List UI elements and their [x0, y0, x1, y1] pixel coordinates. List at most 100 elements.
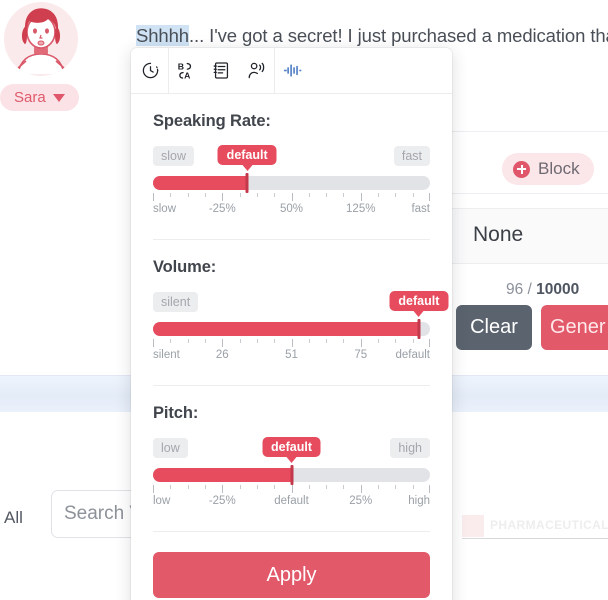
filter-all-label: All — [4, 508, 23, 527]
tick-minor — [256, 485, 258, 489]
plus-circle-icon — [513, 160, 530, 178]
toolbar-group-2: B A — [169, 48, 274, 94]
char-count: 96 — [506, 281, 524, 298]
speaking-rate-min-label: slow — [153, 146, 195, 166]
volume-title: Volume: — [153, 258, 217, 276]
toolbar-group-3 — [275, 48, 310, 94]
pitch-max-label: high — [390, 438, 430, 458]
female-avatar-illustration — [17, 8, 65, 75]
tick-major — [153, 339, 154, 347]
volume-handle[interactable] — [417, 319, 421, 339]
add-block-button[interactable]: Block — [502, 153, 594, 185]
pronunciation-icon[interactable]: B A — [169, 48, 204, 94]
generate-button[interactable]: Gener — [541, 305, 608, 350]
speaking-rate-max-label: fast — [393, 146, 430, 166]
chevron-down-icon — [52, 93, 65, 102]
watermark-logo-icon — [462, 515, 484, 537]
effect-value: None — [473, 223, 524, 246]
tick-minor — [326, 485, 328, 489]
voice-settings-popup: B A Speaking Rate: slow default fast slo… — [131, 48, 452, 600]
add-block-label: Block — [538, 159, 580, 178]
watermark-text: PHARMACEUTICAL — [490, 518, 608, 532]
speaking-rate-tick-3: 125% — [346, 203, 376, 215]
tick-minor — [378, 193, 380, 197]
char-separator: / — [523, 281, 537, 298]
pitch-tick-0: low — [153, 495, 171, 507]
speaking-rate-fill — [153, 176, 248, 190]
pitch-slider[interactable] — [153, 465, 430, 485]
speaking-rate-value-badge: default — [217, 145, 277, 165]
tick-minor — [326, 193, 328, 197]
pitch-title: Pitch: — [153, 404, 199, 422]
volume-tick-2: 51 — [285, 349, 298, 361]
tick-minor — [395, 485, 397, 489]
speaking-rate-title: Speaking Rate: — [153, 112, 271, 130]
voice-selector[interactable]: Sara — [0, 84, 79, 111]
volume-ticks — [153, 339, 430, 348]
tick-minor — [378, 339, 380, 343]
tick-minor — [343, 485, 345, 489]
svg-text:A: A — [184, 70, 191, 80]
popup-body: Speaking Rate: slow default fast slow -2… — [131, 94, 452, 552]
tick-minor — [170, 193, 172, 197]
tick-minor — [395, 193, 397, 197]
speaking-rate-tick-0: slow — [153, 203, 177, 215]
tick-minor — [204, 339, 206, 343]
speaking-rate-ticks — [153, 193, 430, 202]
pitch-fill — [153, 468, 292, 482]
volume-tick-labels: silent 26 51 75 default — [153, 349, 430, 365]
tick-major — [222, 485, 224, 493]
tick-minor — [395, 339, 397, 343]
pitch-tick-2: default — [274, 495, 309, 507]
clear-button[interactable]: Clear — [456, 305, 532, 350]
pause-clock-icon[interactable] — [133, 48, 168, 94]
pitch-handle[interactable] — [290, 465, 293, 485]
speaking-rate-handle[interactable] — [245, 173, 249, 193]
avatar-circle — [4, 2, 78, 76]
tick-minor — [239, 193, 241, 197]
filter-all[interactable]: All — [4, 508, 23, 528]
speaking-style-icon[interactable] — [239, 48, 274, 94]
speaking-rate-caps: slow default fast — [153, 145, 430, 168]
character-counter: 96 / 10000 — [506, 281, 579, 299]
tick-minor — [256, 339, 258, 343]
volume-slider[interactable] — [153, 319, 430, 339]
tick-major — [360, 193, 362, 201]
tick-minor — [412, 339, 414, 343]
section-speaking-rate: Speaking Rate: slow default fast slow -2… — [153, 94, 430, 240]
editor-text-line[interactable]: Shhhh... I've got a secret! I just purch… — [136, 22, 608, 50]
pitch-ticks — [153, 485, 430, 494]
paragraph-icon[interactable] — [204, 48, 239, 94]
toolbar-group-1 — [133, 48, 168, 94]
volume-fill — [153, 322, 419, 336]
tick-minor — [308, 485, 310, 489]
tick-minor — [187, 485, 189, 489]
volume-min-label: silent — [153, 292, 199, 312]
pitch-value-badge: default — [262, 437, 321, 457]
pitch-min-label: low — [153, 438, 188, 458]
selected-text: Shhhh — [136, 25, 189, 46]
speaking-rate-tick-2: 50% — [279, 203, 304, 215]
tick-minor — [326, 339, 328, 343]
apply-button[interactable]: Apply — [153, 552, 430, 598]
tick-major — [429, 485, 430, 493]
apply-row: Apply — [131, 552, 452, 600]
tick-minor — [239, 339, 241, 343]
speaking-rate-tick-labels: slow -25% 50% 125% fast — [153, 203, 430, 219]
tick-minor — [412, 485, 414, 489]
tick-minor — [274, 339, 276, 343]
tick-minor — [187, 339, 189, 343]
speaking-rate-slider[interactable] — [153, 173, 430, 193]
volume-tick-4: default — [395, 349, 430, 361]
tick-major — [429, 339, 430, 347]
tick-minor — [274, 193, 276, 197]
audio-waveform-icon[interactable] — [275, 48, 310, 94]
svg-text:B: B — [178, 62, 184, 72]
tick-major — [429, 193, 430, 201]
section-volume: Volume: silent default default silent 26… — [153, 240, 449, 386]
pitch-tick-labels: low -25% default 25% high — [153, 495, 430, 511]
tick-major — [153, 193, 154, 201]
pitch-tick-3: 25% — [349, 495, 373, 507]
voice-avatar[interactable] — [4, 2, 78, 76]
